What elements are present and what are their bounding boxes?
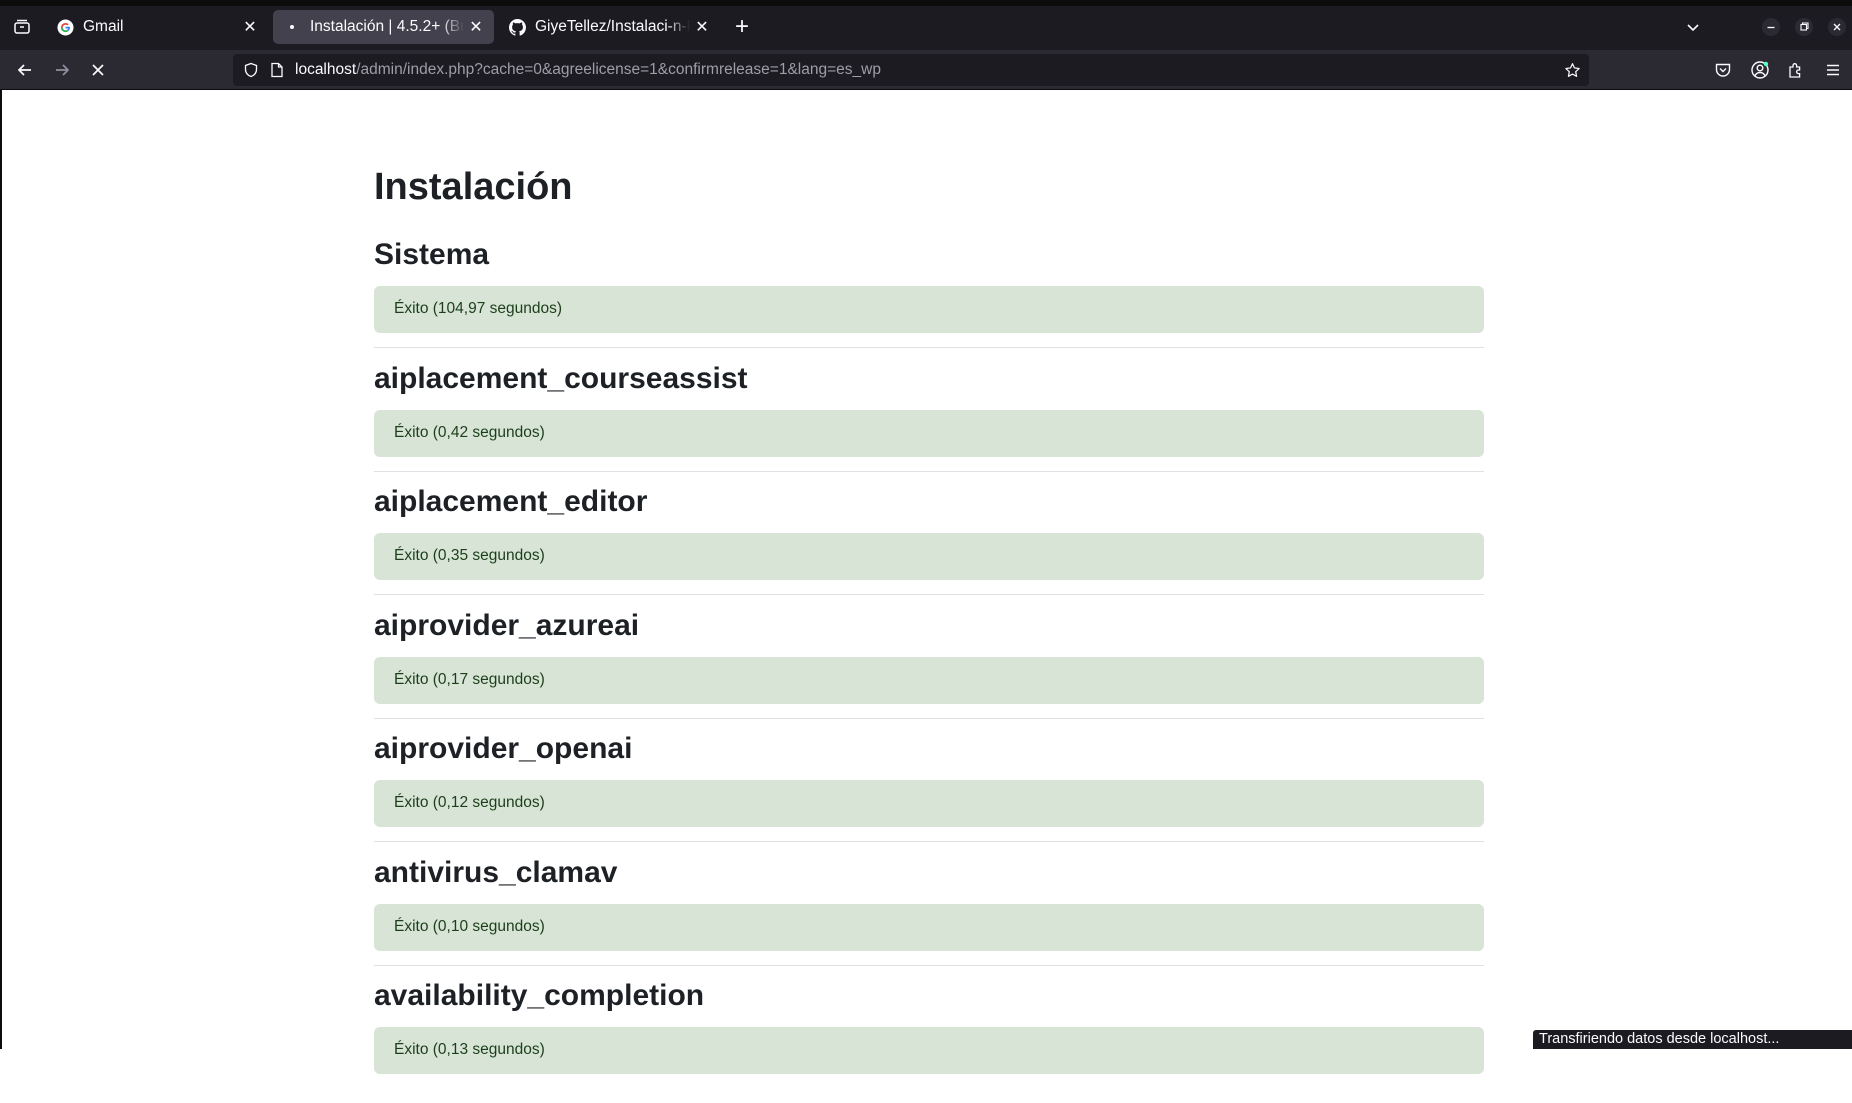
window-top-edge — [0, 0, 1852, 6]
url-bar[interactable]: localhost/admin/index.php?cache=0&agreel… — [233, 54, 1589, 86]
close-tab-icon[interactable]: ✕ — [690, 15, 714, 39]
back-arrow-icon[interactable] — [10, 55, 40, 85]
tab-gmail[interactable]: Gmail ✕ — [46, 10, 268, 44]
section-heading: aiplacement_courseassist — [374, 362, 748, 395]
section-heading: antivirus_clamav — [374, 856, 618, 889]
install-section: Sistema Éxito (104,97 segundos) — [374, 238, 1484, 362]
success-alert: Éxito (0,35 segundos) — [374, 533, 1484, 580]
tab-bar: Gmail ✕ Instalación | 4.5.2+ (Build: 202… — [0, 0, 1852, 50]
pocket-icon[interactable] — [1708, 55, 1738, 85]
section-divider — [374, 965, 1484, 966]
restore-icon[interactable] — [1791, 14, 1817, 40]
tab-instalacion[interactable]: Instalación | 4.5.2+ (Build: 20250214) ✕ — [273, 10, 494, 44]
menu-hamburger-icon[interactable] — [1818, 55, 1848, 85]
section-heading: aiprovider_openai — [374, 732, 633, 765]
page-viewport: Instalación Sistema Éxito (104,97 segund… — [0, 90, 1852, 1074]
url-text[interactable]: localhost/admin/index.php?cache=0&agreel… — [295, 61, 881, 79]
page-title: Instalación — [374, 166, 573, 208]
tab-title: Gmail — [83, 18, 124, 35]
tab-title: GiyeTellez/Instalaci-n-Moodle — [535, 18, 690, 35]
success-alert: Éxito (0,10 segundos) — [374, 904, 1484, 951]
bookmark-star-icon[interactable] — [1562, 60, 1582, 80]
forward-arrow-icon[interactable] — [47, 55, 77, 85]
success-alert: Éxito (0,13 segundos) — [374, 1027, 1484, 1074]
close-tab-icon[interactable]: ✕ — [238, 15, 262, 39]
tab-github[interactable]: GiyeTellez/Instalaci-n-Moodle ✕ — [498, 10, 720, 44]
tab-title: Instalación | 4.5.2+ (Build: 20250214) — [310, 18, 464, 35]
status-bar: Transfiriendo datos desde localhost... — [1533, 1030, 1852, 1049]
section-divider — [374, 841, 1484, 842]
close-tab-icon[interactable]: ✕ — [464, 15, 488, 39]
minimize-icon[interactable] — [1758, 14, 1784, 40]
section-heading: aiprovider_azureai — [374, 609, 640, 642]
section-divider — [374, 594, 1484, 595]
navigation-toolbar: localhost/admin/index.php?cache=0&agreel… — [0, 50, 1852, 90]
loading-dot-icon — [283, 18, 301, 36]
window-left-edge — [0, 90, 2, 1049]
close-window-icon[interactable] — [1824, 14, 1850, 40]
account-icon[interactable] — [1745, 55, 1775, 85]
success-alert: Éxito (0,42 segundos) — [374, 410, 1484, 457]
url-path: /admin/index.php?cache=0&agreelicense=1&… — [356, 61, 881, 78]
extensions-icon[interactable] — [1781, 55, 1811, 85]
section-heading: aiplacement_editor — [374, 485, 648, 518]
success-alert: Éxito (0,12 segundos) — [374, 780, 1484, 827]
success-alert: Éxito (0,17 segundos) — [374, 657, 1484, 704]
section-divider — [374, 718, 1484, 719]
tab-list-icon[interactable] — [9, 14, 35, 40]
success-alert: Éxito (104,97 segundos) — [374, 286, 1484, 333]
section-heading: Sistema — [374, 238, 490, 271]
chevron-down-icon[interactable] — [1680, 14, 1706, 40]
shield-icon[interactable] — [241, 60, 261, 80]
install-section: aiplacement_editor Éxito (0,35 segundos) — [374, 485, 1484, 609]
install-section: aiplacement_courseassist Éxito (0,42 seg… — [374, 362, 1484, 486]
page-icon[interactable] — [267, 60, 287, 80]
install-section: availability_completion Éxito (0,13 segu… — [374, 979, 1484, 1103]
section-heading: availability_completion — [374, 979, 705, 1012]
github-icon — [508, 18, 526, 36]
section-divider — [374, 347, 1484, 348]
section-divider — [374, 471, 1484, 472]
stop-loading-icon[interactable] — [83, 55, 113, 85]
url-host: localhost — [295, 61, 357, 78]
google-icon — [56, 18, 74, 36]
install-section: aiprovider_azureai Éxito (0,17 segundos) — [374, 609, 1484, 733]
install-section: aiprovider_openai Éxito (0,12 segundos) — [374, 732, 1484, 856]
install-section: antivirus_clamav Éxito (0,10 segundos) — [374, 856, 1484, 980]
new-tab-icon[interactable]: + — [728, 13, 756, 41]
